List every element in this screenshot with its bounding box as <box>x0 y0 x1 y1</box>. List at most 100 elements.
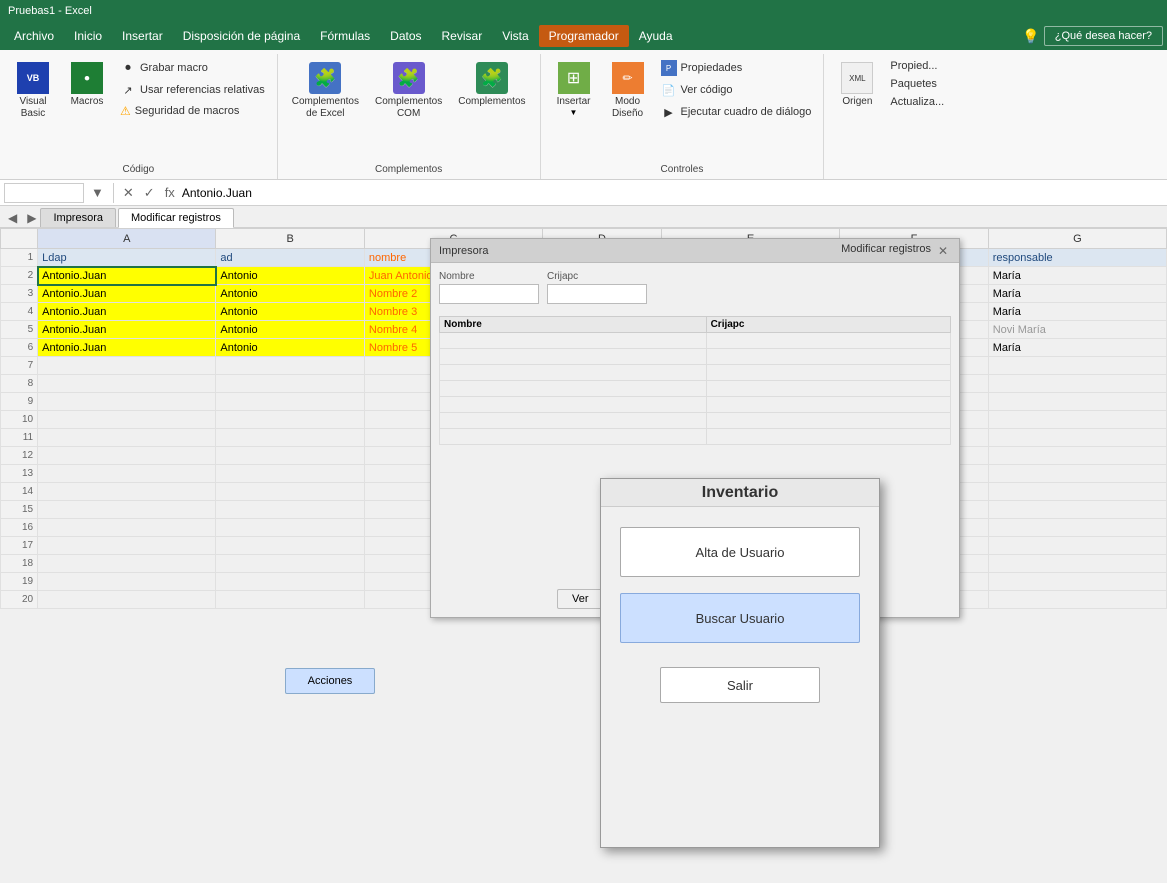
macro-icon: ⏺ <box>71 62 103 94</box>
bg-btn-ver[interactable]: Ver <box>557 589 604 609</box>
bg-table-cell[interactable] <box>706 381 950 397</box>
bg-table-cell[interactable] <box>440 381 707 397</box>
alta-usuario-btn[interactable]: Alta de Usuario <box>620 527 860 577</box>
cell-1-g[interactable]: responsable <box>988 249 1166 267</box>
bg-table-row <box>440 397 951 413</box>
search-btn[interactable]: ¿Qué desea hacer? <box>1044 26 1163 46</box>
cell-1-a[interactable]: Ldap <box>38 249 216 267</box>
bg-table-cell[interactable] <box>706 397 950 413</box>
ribbon-btn-seguridad[interactable]: ⚠ Seguridad de macros <box>116 102 269 120</box>
row-num-7: 7 <box>1 357 38 375</box>
cell-2-g[interactable]: María <box>988 267 1166 285</box>
col-header-a[interactable]: A <box>38 229 216 249</box>
ribbon-btn-insertar[interactable]: ⊞ Insertar ▼ <box>549 58 599 121</box>
ribbon-btn-complementos[interactable]: 🧩 Complementos <box>452 58 531 112</box>
bg-table-cell[interactable] <box>440 429 707 445</box>
bg-table-cell[interactable] <box>440 365 707 381</box>
menu-revisar[interactable]: Revisar <box>432 25 493 47</box>
ribbon-btn-paquetes[interactable]: Paquetes <box>886 76 948 92</box>
bg-table-row <box>440 413 951 429</box>
cell-4-a[interactable]: Antonio.Juan <box>38 303 216 321</box>
cell-5-g[interactable]: Novi María <box>988 321 1166 339</box>
cell-6-g[interactable]: María <box>988 339 1166 357</box>
cell-2-b[interactable]: Antonio <box>216 267 365 285</box>
cell-3-b[interactable]: Antonio <box>216 285 365 303</box>
ribbon-btn-grabar[interactable]: ⏺ Grabar macro <box>116 58 269 78</box>
menu-vista[interactable]: Vista <box>492 25 538 47</box>
cell-6-b[interactable]: Antonio <box>216 339 365 357</box>
formula-cancel-btn[interactable]: ✕ <box>120 185 137 201</box>
ribbon-btn-complementos-excel[interactable]: 🧩 Complementosde Excel <box>286 58 365 124</box>
menu-insertar[interactable]: Insertar <box>112 25 173 47</box>
inv-dialog-body: Alta de Usuario Buscar Usuario Salir <box>601 507 879 723</box>
crijapc-input[interactable] <box>547 284 647 304</box>
menu-inicio[interactable]: Inicio <box>64 25 112 47</box>
ribbon-btn-referencias[interactable]: ↗ Usar referencias relativas <box>116 80 269 100</box>
salir-btn[interactable]: Salir <box>660 667 820 703</box>
sheet-tab-modificar[interactable]: Modificar registros <box>118 208 234 228</box>
bg-dialog-close[interactable]: ✕ <box>935 243 951 259</box>
cell-4-g[interactable]: María <box>988 303 1166 321</box>
cell-6-a[interactable]: Antonio.Juan <box>38 339 216 357</box>
menu-bar-right: 💡 ¿Qué desea hacer? <box>1022 26 1163 46</box>
col-header-g[interactable]: G <box>988 229 1166 249</box>
col-header-b[interactable]: B <box>216 229 365 249</box>
cell-2-a[interactable]: Antonio.Juan <box>38 267 216 285</box>
formula-input[interactable] <box>182 186 1163 200</box>
nombre-input[interactable] <box>439 284 539 304</box>
record-icon: ⏺ <box>120 60 136 76</box>
ribbon-btn-origen[interactable]: XML Origen <box>832 58 882 112</box>
acciones-button[interactable]: Acciones <box>285 668 375 694</box>
menu-archivo[interactable]: Archivo <box>4 25 64 47</box>
cell-5-b[interactable]: Antonio <box>216 321 365 339</box>
ribbon-btn-ver-codigo[interactable]: 📄 Ver código <box>657 80 816 100</box>
sheet-nav-left[interactable]: ◀ <box>4 209 21 227</box>
ribbon-btn-macros[interactable]: ⏺ Macros <box>62 58 112 112</box>
ribbon-group-complementos: 🧩 Complementosde Excel 🧩 ComplementosCOM… <box>278 54 541 179</box>
buscar-usuario-btn[interactable]: Buscar Usuario <box>620 593 860 643</box>
menu-ayuda[interactable]: Ayuda <box>629 25 683 47</box>
ejecutar-label: Ejecutar cuadro de diálogo <box>681 106 812 118</box>
formula-dropdown-btn[interactable]: ▼ <box>88 185 107 200</box>
sheet-tab-impresora[interactable]: Impresora <box>40 208 116 227</box>
row-num-15: 15 <box>1 501 38 519</box>
cell-3-g[interactable]: María <box>988 285 1166 303</box>
bg-table-cell[interactable] <box>706 333 950 349</box>
bg-table-cell[interactable] <box>706 365 950 381</box>
cell-1-b[interactable]: ad <box>216 249 365 267</box>
sheet-nav-right[interactable]: ▶ <box>23 209 40 227</box>
title-bar: Pruebas1 - Excel <box>0 0 1167 22</box>
ribbon-btn-visual-basic[interactable]: VB VisualBasic <box>8 58 58 124</box>
bg-table-cell[interactable] <box>440 397 707 413</box>
ribbon-btn-complementos-com[interactable]: 🧩 ComplementosCOM <box>369 58 448 124</box>
cell-4-b[interactable]: Antonio <box>216 303 365 321</box>
bg-table-cell[interactable] <box>440 333 707 349</box>
bg-table-cell[interactable] <box>440 349 707 365</box>
cell-5-a[interactable]: Antonio.Juan <box>38 321 216 339</box>
ribbon-btn-ejecutar[interactable]: ▶ Ejecutar cuadro de diálogo <box>657 102 816 122</box>
row-num-18: 18 <box>1 555 38 573</box>
bg-table-cell[interactable] <box>706 429 950 445</box>
bg-dialog-titlebar: Impresora Modificar registros ✕ <box>431 239 959 263</box>
bg-table-cell[interactable] <box>706 413 950 429</box>
ribbon-btn-propiedades[interactable]: P Propiedades <box>657 58 816 78</box>
menu-formulas[interactable]: Fórmulas <box>310 25 380 47</box>
cell-3-a[interactable]: Antonio.Juan <box>38 285 216 303</box>
grabar-label: Grabar macro <box>140 62 208 74</box>
codigo-group-label: Código <box>8 162 269 179</box>
bg-table-cell[interactable] <box>706 349 950 365</box>
vb-label: VisualBasic <box>19 96 46 120</box>
ribbon-btn-modo-diseno[interactable]: ✏ ModoDiseño <box>603 58 653 124</box>
referencias-label: Usar referencias relativas <box>140 84 265 96</box>
formula-fx-btn[interactable]: fx <box>162 185 178 200</box>
ribbon-btn-actualiza[interactable]: Actualiza... <box>886 94 948 110</box>
menu-programador[interactable]: Programador <box>539 25 629 47</box>
bg-table-cell[interactable] <box>440 413 707 429</box>
inventario-dialog[interactable]: Inventario Alta de Usuario Buscar Usuari… <box>600 478 880 848</box>
formula-confirm-btn[interactable]: ✓ <box>141 185 158 201</box>
menu-datos[interactable]: Datos <box>380 25 431 47</box>
menu-disposicion[interactable]: Disposición de página <box>173 25 310 47</box>
alta-usuario-label: Alta de Usuario <box>696 545 785 560</box>
ribbon-btn-propiedades2[interactable]: Propied... <box>886 58 948 74</box>
name-box[interactable] <box>4 183 84 203</box>
